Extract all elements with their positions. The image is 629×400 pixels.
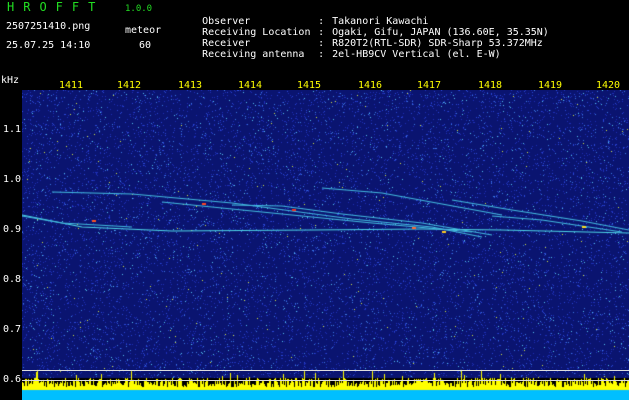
info-value: 2el-HB9CV Vertical (el. E-W) bbox=[332, 49, 501, 60]
info-separator: : bbox=[318, 49, 325, 60]
app-title: HROFFT bbox=[7, 0, 105, 14]
y-axis-unit: kHz bbox=[1, 75, 20, 86]
mode-count: 60 bbox=[139, 40, 152, 51]
y-tick-label: 1.0 bbox=[3, 174, 22, 185]
hrofft-window: HROFFT 1.0.0 2507251410.png meteor 25.07… bbox=[0, 0, 629, 400]
y-tick-label: 1.1 bbox=[3, 124, 22, 135]
y-tick-label: 0.6 bbox=[3, 374, 22, 385]
info-row-antenna: Receiving antenna:2el-HB9CV Vertical (el… bbox=[178, 38, 501, 71]
app-version: 1.0.0 bbox=[125, 4, 153, 14]
info-key: Receiving antenna bbox=[202, 49, 305, 60]
upper-baseline-line bbox=[22, 370, 629, 371]
lower-baseline-line bbox=[22, 380, 629, 381]
timestamp: 25.07.25 14:10 bbox=[6, 40, 91, 51]
y-tick-label: 0.7 bbox=[3, 324, 22, 335]
y-tick-label: 0.8 bbox=[3, 274, 22, 285]
spectrogram-canvas bbox=[22, 90, 629, 400]
file-name: 2507251410.png bbox=[6, 21, 91, 32]
mode-label: meteor bbox=[125, 25, 162, 36]
y-tick-label: 0.9 bbox=[3, 224, 22, 235]
